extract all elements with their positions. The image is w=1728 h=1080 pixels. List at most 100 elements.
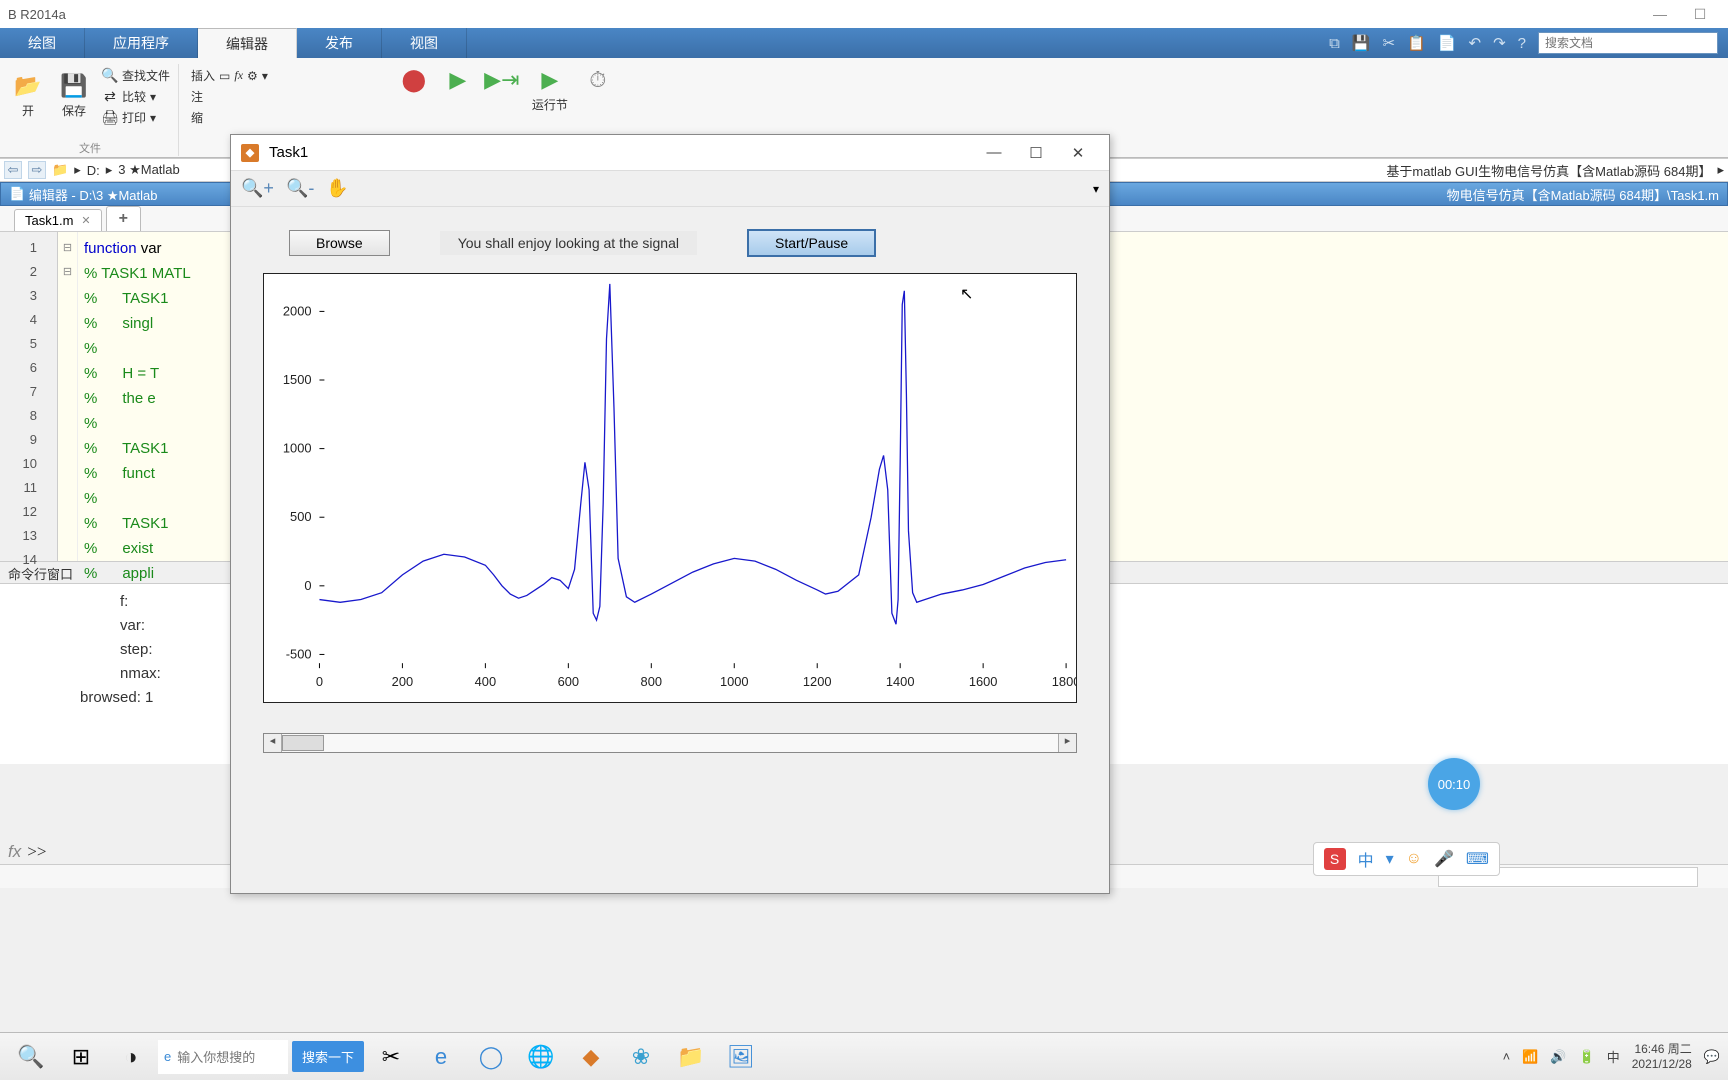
explorer-icon[interactable]: 📁 (668, 1037, 714, 1077)
breakpoints-button[interactable]: ⬤ (394, 64, 434, 96)
annotate-button[interactable]: 注 (189, 87, 270, 106)
app-icon[interactable]: ❀ (618, 1037, 664, 1077)
tab-apps[interactable]: 应用程序 (85, 28, 198, 58)
ime-toolbar[interactable]: S 中 ▾ ☺ 🎤 ⌨ (1313, 842, 1500, 876)
scroll-left-button[interactable]: ◂ (264, 734, 282, 752)
run-section-button[interactable]: ▶运行节 (526, 64, 574, 115)
figure-titlebar[interactable]: ◆ Task1 — ☐ ✕ (231, 135, 1109, 171)
fig-minimize-button[interactable]: — (973, 144, 1015, 161)
obs-icon[interactable]: ◑ (108, 1037, 154, 1077)
tab-view[interactable]: 视图 (382, 28, 467, 58)
edge-icon[interactable]: ◯ (468, 1037, 514, 1077)
recording-timer-badge: 00:10 (1428, 758, 1480, 810)
qat-clip-icon[interactable]: 📄 (1438, 34, 1457, 52)
notifications-icon[interactable]: 💬 (1704, 1049, 1720, 1065)
taskbar-clock[interactable]: 16:46 周二 2021/12/28 (1632, 1042, 1692, 1072)
sogou-logo-icon: S (1324, 848, 1346, 870)
tray-volume-icon[interactable]: 🔊 (1550, 1049, 1566, 1065)
scroll-thumb[interactable] (282, 735, 324, 751)
start-button[interactable]: 🔍 (8, 1037, 54, 1077)
qat-save-icon[interactable]: 💾 (1352, 34, 1371, 52)
fold-column[interactable]: ⊟⊟ (58, 232, 78, 561)
compare-button[interactable]: ⇄比较 ▾ (100, 87, 172, 106)
save-button[interactable]: 💾 保存 (54, 70, 94, 121)
run-advance-button[interactable]: ▶⇥ (482, 64, 522, 96)
signal-axes[interactable]: 020040060080010001200140016001800-500050… (263, 273, 1077, 703)
svg-text:-500: -500 (286, 646, 312, 661)
editor-title-text: 编辑器 - D:\3 ★Matlab (29, 185, 158, 204)
svg-text:400: 400 (475, 674, 496, 689)
qat-undo-icon[interactable]: ↶ (1469, 34, 1482, 52)
tab-editor[interactable]: 编辑器 (198, 28, 297, 58)
qat-redo-icon[interactable]: ↷ (1493, 34, 1506, 52)
svg-text:0: 0 (304, 578, 311, 593)
save-label: 保存 (62, 102, 86, 119)
insert-button[interactable]: 插入 ▭ fx ⚙ ▾ (189, 66, 270, 85)
tray-chevron-icon[interactable]: ˄ (1503, 1049, 1511, 1064)
svg-text:1000: 1000 (720, 674, 749, 689)
taskbar-search[interactable]: e 输入你想搜的 (158, 1040, 288, 1074)
ime-mic-button[interactable]: 🎤 (1434, 849, 1454, 869)
quick-access-toolbar: ⧉ 💾 ✂ 📋 📄 ↶ ↷ ? (1319, 28, 1728, 58)
start-pause-button[interactable]: Start/Pause (747, 229, 876, 257)
cortana-icon[interactable]: ⊞ (58, 1037, 104, 1077)
command-prompt[interactable]: fx >> (8, 842, 46, 862)
clock-date: 2021/12/28 (1632, 1057, 1692, 1072)
path-drive[interactable]: D: (87, 163, 100, 178)
matlab-taskbar-icon[interactable]: ◆ (568, 1037, 614, 1077)
print-button[interactable]: 🖨打印 ▾ (100, 108, 172, 127)
ie-taskbar-icon[interactable]: e (418, 1037, 464, 1077)
maximize-button[interactable]: ☐ (1680, 6, 1720, 23)
browse-button[interactable]: Browse (289, 230, 390, 256)
run-button[interactable]: ▶ (438, 64, 478, 96)
snip-icon[interactable]: ✂ (368, 1037, 414, 1077)
nav-back-button[interactable]: ⇦ (4, 161, 22, 179)
find-files-button[interactable]: 🔍查找文件 (100, 66, 172, 85)
nav-fwd-button[interactable]: ⇨ (28, 161, 46, 179)
baidu-search-button[interactable]: 搜索一下 (292, 1041, 364, 1072)
minimize-button[interactable]: — (1640, 6, 1680, 22)
system-tray: ˄ 📶 🔊 🔋 中 16:46 周二 2021/12/28 💬 (1503, 1042, 1720, 1072)
tray-ime-icon[interactable]: 中 (1607, 1047, 1620, 1066)
qat-paste-icon[interactable]: 📋 (1407, 34, 1426, 52)
browser-icon[interactable]: 🌐 (518, 1037, 564, 1077)
doc-search-input[interactable] (1538, 32, 1718, 54)
breakpoint-icon: ⬤ (400, 66, 428, 94)
scroll-track[interactable] (282, 734, 1058, 752)
qat-help-icon[interactable]: ? (1518, 35, 1526, 52)
document-icon: 📄 (9, 186, 29, 202)
toolbar-dropdown-icon[interactable]: ▾ (1093, 182, 1099, 196)
zoom-out-icon[interactable]: 🔍- (286, 178, 314, 199)
section-icon: ▭ (219, 69, 230, 83)
new-tab-button[interactable]: + (106, 206, 141, 231)
ime-keyboard-button[interactable]: ⌨ (1466, 849, 1489, 869)
run-timing-button[interactable]: ⏱ (578, 64, 618, 96)
qat-cut-icon[interactable]: ⧉ (1329, 35, 1340, 52)
ime-emoji-button[interactable]: ☺ (1406, 850, 1422, 868)
zoom-in-icon[interactable]: 🔍+ (241, 178, 274, 199)
ime-lang-toggle[interactable]: 中 (1358, 847, 1374, 871)
group-file-label: 文件 (79, 140, 101, 156)
photos-icon[interactable]: 🖼 (718, 1037, 764, 1077)
tab-plots[interactable]: 绘图 (0, 28, 85, 58)
open-button[interactable]: 📂 开 (8, 70, 48, 121)
scroll-right-button[interactable]: ▸ (1058, 734, 1076, 752)
tab-publish[interactable]: 发布 (297, 28, 382, 58)
pan-icon[interactable]: ✋ (326, 178, 348, 199)
svg-text:1000: 1000 (283, 441, 312, 456)
path-seg[interactable]: 3 ★Matlab (118, 162, 180, 178)
fig-close-button[interactable]: ✕ (1057, 144, 1099, 162)
ime-punct-toggle[interactable]: ▾ (1386, 849, 1394, 869)
info-message: You shall enjoy looking at the signal (440, 231, 697, 255)
tray-battery-icon[interactable]: 🔋 (1579, 1049, 1595, 1065)
clock-icon: ⏱ (584, 66, 612, 94)
qat-copy-icon[interactable]: ✂ (1383, 34, 1396, 52)
indent-button[interactable]: 缩 (189, 108, 270, 127)
horizontal-scrollbar[interactable]: ◂ ▸ (263, 733, 1077, 753)
folder-open-icon: 📂 (14, 72, 42, 100)
svg-text:800: 800 (641, 674, 662, 689)
fig-maximize-button[interactable]: ☐ (1015, 144, 1057, 162)
close-tab-icon[interactable]: ✕ (81, 214, 90, 227)
tray-network-icon[interactable]: 📶 (1522, 1049, 1538, 1065)
file-tab-task1[interactable]: Task1.m ✕ (14, 209, 102, 231)
